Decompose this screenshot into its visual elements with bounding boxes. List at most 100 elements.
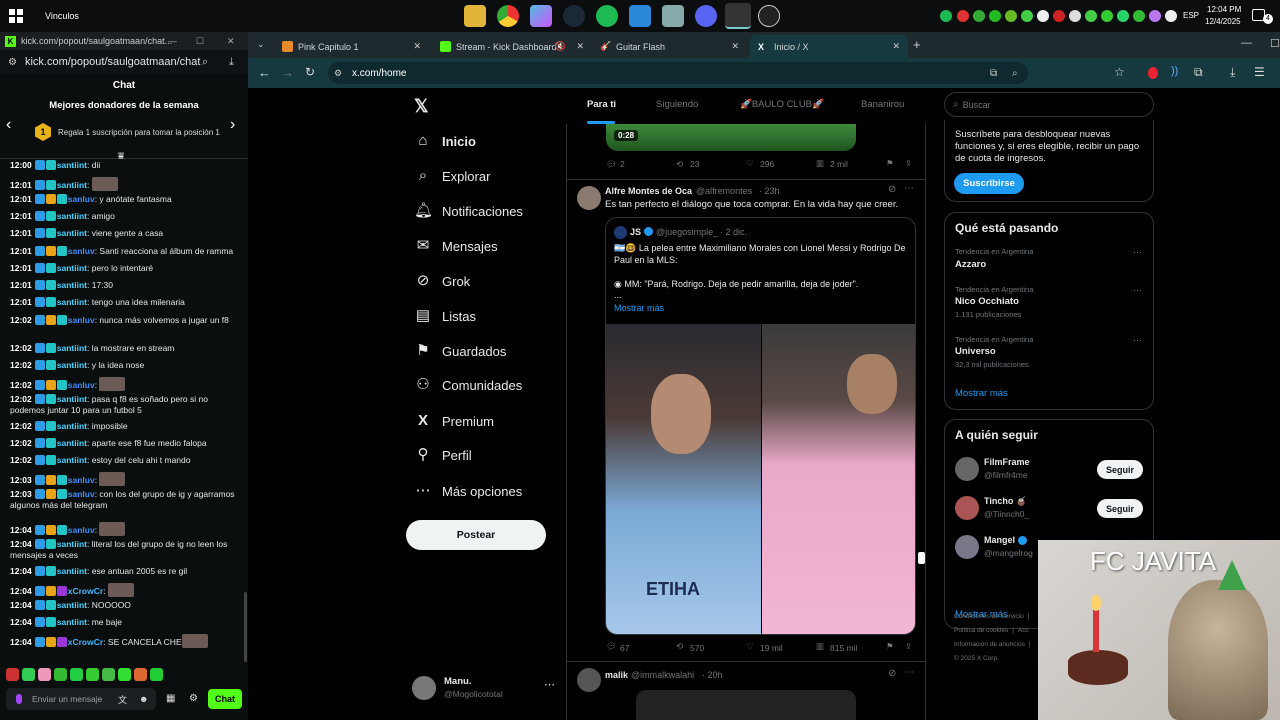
user-badge-icon[interactable] (45, 617, 56, 627)
chrome-active-icon[interactable] (725, 3, 751, 29)
user-badge-icon[interactable] (45, 246, 56, 256)
message-username[interactable]: santiint (57, 343, 87, 353)
widget-label[interactable]: Vinculos (45, 11, 79, 21)
message-username[interactable]: santiint (57, 297, 87, 307)
user-badge-icon[interactable] (45, 280, 56, 290)
user-badge-icon[interactable] (45, 360, 56, 370)
message-username[interactable]: sanluv (68, 475, 95, 485)
follow-suggestion[interactable]: Tincho 🧉 @Tiinnch0_ Seguir (955, 494, 1150, 524)
search-input[interactable]: ⌕ Buscar (944, 92, 1154, 117)
mute-icon[interactable]: 🔇 (555, 41, 566, 52)
emote-icon[interactable] (99, 377, 126, 391)
tab-kick-dashboard[interactable]: Stream - Kick Dashboard 🔇 ✕ (432, 35, 592, 58)
tweet-media[interactable] (636, 690, 856, 720)
user-badge-icon[interactable] (56, 246, 67, 256)
message-username[interactable]: santiint (57, 539, 87, 549)
emote-icon[interactable] (134, 668, 147, 681)
mic-icon[interactable] (16, 694, 22, 704)
tweet-time[interactable]: · 23h (759, 186, 780, 196)
tray-red-icon[interactable] (957, 10, 969, 22)
nav-messages[interactable]: ✉ Mensajes (414, 237, 498, 255)
reload-icon[interactable]: ↻ (305, 65, 315, 79)
user-badge-icon[interactable] (45, 194, 56, 204)
discord-icon[interactable] (695, 5, 717, 27)
message-username[interactable]: xCrowCr (68, 637, 103, 647)
tray-spotify-icon[interactable] (940, 10, 952, 22)
more-dots-icon[interactable]: ⋯ (544, 678, 555, 691)
user-badge-icon[interactable] (56, 380, 67, 390)
tray-whatsapp-icon[interactable] (1117, 10, 1129, 22)
user-badge-icon[interactable] (45, 297, 56, 307)
extension-audio-icon[interactable]: )) (1171, 65, 1178, 77)
emote-icon[interactable] (6, 668, 19, 681)
close-icon[interactable]: ✕ (227, 36, 235, 47)
tab-for-you[interactable]: Para ti (587, 99, 616, 110)
user-badge-icon[interactable] (56, 475, 67, 485)
emote-icon[interactable] (181, 634, 208, 648)
tab-following[interactable]: Siguiendo (656, 99, 698, 110)
forward-icon[interactable]: → (281, 65, 294, 80)
maximize-icon[interactable]: ☐ (196, 36, 204, 47)
more-dots-icon[interactable]: ⋯ (904, 667, 914, 678)
message-username[interactable]: santiint (57, 263, 87, 273)
files-icon[interactable] (662, 5, 684, 27)
more-dots-icon[interactable]: ⋯ (1133, 335, 1142, 346)
user-badge-icon[interactable] (34, 343, 45, 353)
settings-icon[interactable]: ⚙ (189, 693, 198, 704)
message-username[interactable]: santiint (57, 228, 87, 238)
message-username[interactable]: santiint (57, 394, 87, 404)
user-badge-icon[interactable] (34, 455, 45, 465)
spotify-icon[interactable] (596, 5, 618, 27)
message-username[interactable]: sanluv (68, 246, 95, 256)
footer-link[interactable]: Política de cookies (954, 627, 1008, 634)
user-badge-icon[interactable] (34, 566, 45, 576)
user-badge-icon[interactable] (45, 637, 56, 647)
send-chat-button[interactable]: Chat (208, 689, 242, 709)
video-thumbnail[interactable] (606, 124, 856, 151)
tab-baulo-club[interactable]: 🚀BAULO CLUB🚀 (740, 99, 824, 110)
user-badge-icon[interactable] (45, 263, 56, 273)
post-button[interactable]: Postear (406, 520, 546, 550)
tab-search-icon[interactable]: ⌄ (257, 39, 265, 50)
tab-x-home[interactable]: X Inicio / X ✕ (750, 35, 908, 58)
message-username[interactable]: santiint (57, 421, 87, 431)
share-icon[interactable]: ⇪ (905, 158, 912, 169)
user-badge-icon[interactable] (34, 380, 45, 390)
clock-date[interactable]: 12/4/2025 (1205, 17, 1241, 26)
translate-icon[interactable]: 文 (118, 693, 127, 706)
message-username[interactable]: santiint (57, 180, 87, 190)
tab-pink[interactable]: Pink Capitulo 1 ✕ (274, 35, 429, 58)
more-dots-icon[interactable]: ⋯ (904, 183, 914, 194)
emote-icon[interactable] (99, 472, 126, 486)
store-icon[interactable] (629, 5, 651, 27)
user-badge-icon[interactable] (34, 637, 45, 647)
clock-time[interactable]: 12:04 PM (1207, 5, 1241, 14)
user-badge-icon[interactable] (45, 343, 56, 353)
tray-b-icon[interactable] (1037, 10, 1049, 22)
bookmark-icon[interactable]: ⚑ (886, 158, 894, 169)
tray-mic-icon[interactable] (1069, 10, 1081, 22)
message-username[interactable]: santiint (57, 280, 87, 290)
user-badge-icon[interactable] (45, 586, 56, 596)
user-badge-icon[interactable] (45, 489, 56, 499)
tweet-image-left[interactable]: ETIHA (606, 324, 761, 634)
nav-explore[interactable]: ⌕ Explorar (414, 167, 491, 185)
follow-button[interactable]: Seguir (1097, 460, 1143, 479)
user-badge-icon[interactable] (34, 360, 45, 370)
message-username[interactable]: santiint (57, 211, 87, 221)
nav-home[interactable]: ⌂ Inicio (414, 132, 475, 150)
more-dots-icon[interactable]: ⋯ (1133, 247, 1142, 258)
user-badge-icon[interactable] (34, 438, 45, 448)
like-icon[interactable]: ♡ (746, 641, 754, 652)
emote-icon[interactable] (107, 583, 134, 597)
kick-address-bar[interactable]: ⚙ kick.com/popout/saulgoatmaan/chat ⌕ ⤓ (0, 50, 248, 74)
user-badge-icon[interactable] (56, 194, 67, 204)
tray-shield-icon[interactable] (1053, 10, 1065, 22)
user-badge-icon[interactable] (34, 489, 45, 499)
emote-icon[interactable] (38, 668, 51, 681)
tray-app-icon[interactable] (1021, 10, 1033, 22)
nav-premium[interactable]: X Premium (414, 412, 494, 430)
message-username[interactable]: santiint (57, 566, 87, 576)
tab-close-icon[interactable]: ✕ (892, 41, 900, 52)
language-indicator[interactable]: ESP (1183, 11, 1199, 20)
